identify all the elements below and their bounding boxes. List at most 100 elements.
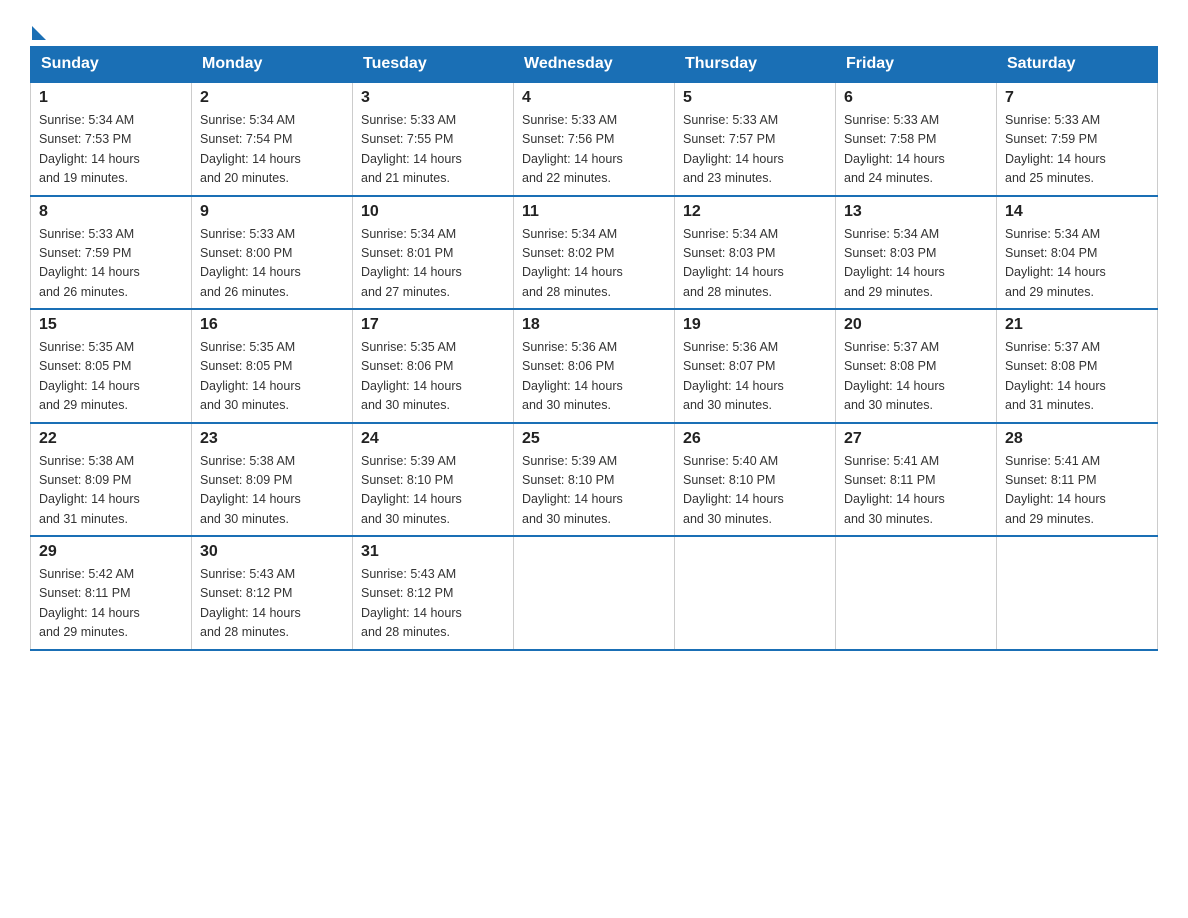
day-number: 5 <box>683 89 827 107</box>
calendar-cell: 7 Sunrise: 5:33 AMSunset: 7:59 PMDaylight… <box>997 82 1158 196</box>
day-number: 16 <box>200 316 344 334</box>
day-number: 3 <box>361 89 505 107</box>
day-number: 10 <box>361 203 505 221</box>
calendar-cell: 10 Sunrise: 5:34 AMSunset: 8:01 PMDayligh… <box>353 196 514 310</box>
calendar-cell: 4Sunrise: 5:33 AMSunset: 7:56 PMDaylight… <box>514 82 675 196</box>
day-number: 9 <box>200 203 344 221</box>
calendar-header-monday: Monday <box>192 47 353 83</box>
calendar-cell: 20 Sunrise: 5:37 AMSunset: 8:08 PMDayligh… <box>836 309 997 423</box>
calendar-cell: 25 Sunrise: 5:39 AMSunset: 8:10 PMDayligh… <box>514 423 675 537</box>
day-number: 22 <box>39 430 183 448</box>
calendar-header-tuesday: Tuesday <box>353 47 514 83</box>
calendar-week-row: 15 Sunrise: 5:35 AMSunset: 8:05 PMDayligh… <box>31 309 1158 423</box>
day-number: 18 <box>522 316 666 334</box>
calendar-cell: 24 Sunrise: 5:39 AMSunset: 8:10 PMDayligh… <box>353 423 514 537</box>
day-number: 6 <box>844 89 988 107</box>
calendar-cell: 17 Sunrise: 5:35 AMSunset: 8:06 PMDayligh… <box>353 309 514 423</box>
day-number: 21 <box>1005 316 1149 334</box>
day-number: 7 <box>1005 89 1149 107</box>
calendar-week-row: 29 Sunrise: 5:42 AMSunset: 8:11 PMDayligh… <box>31 536 1158 650</box>
calendar-week-row: 8Sunrise: 5:33 AMSunset: 7:59 PMDaylight… <box>31 196 1158 310</box>
day-number: 25 <box>522 430 666 448</box>
calendar-header-row: SundayMondayTuesdayWednesdayThursdayFrid… <box>31 47 1158 83</box>
calendar-header-friday: Friday <box>836 47 997 83</box>
calendar-header-sunday: Sunday <box>31 47 192 83</box>
day-number: 23 <box>200 430 344 448</box>
day-info: Sunrise: 5:33 AMSunset: 8:00 PMDaylight:… <box>200 225 344 303</box>
day-info: Sunrise: 5:43 AMSunset: 8:12 PMDaylight:… <box>200 565 344 643</box>
calendar-cell: 13Sunrise: 5:34 AMSunset: 8:03 PMDayligh… <box>836 196 997 310</box>
day-info: Sunrise: 5:33 AMSunset: 7:58 PMDaylight:… <box>844 111 988 189</box>
day-info: Sunrise: 5:34 AMSunset: 8:03 PMDaylight:… <box>683 225 827 303</box>
calendar-cell: 22 Sunrise: 5:38 AMSunset: 8:09 PMDayligh… <box>31 423 192 537</box>
calendar-header-saturday: Saturday <box>997 47 1158 83</box>
calendar-cell: 18 Sunrise: 5:36 AMSunset: 8:06 PMDayligh… <box>514 309 675 423</box>
day-number: 15 <box>39 316 183 334</box>
calendar-cell: 14Sunrise: 5:34 AMSunset: 8:04 PMDayligh… <box>997 196 1158 310</box>
day-info: Sunrise: 5:41 AMSunset: 8:11 PMDaylight:… <box>844 452 988 530</box>
day-number: 2 <box>200 89 344 107</box>
day-number: 19 <box>683 316 827 334</box>
day-info: Sunrise: 5:33 AMSunset: 7:57 PMDaylight:… <box>683 111 827 189</box>
calendar-cell <box>997 536 1158 650</box>
day-number: 28 <box>1005 430 1149 448</box>
page-header <box>30 20 1158 36</box>
logo <box>30 20 46 36</box>
calendar-table: SundayMondayTuesdayWednesdayThursdayFrid… <box>30 46 1158 651</box>
day-info: Sunrise: 5:37 AMSunset: 8:08 PMDaylight:… <box>1005 338 1149 416</box>
calendar-cell: 23 Sunrise: 5:38 AMSunset: 8:09 PMDayligh… <box>192 423 353 537</box>
day-number: 30 <box>200 543 344 561</box>
day-info: Sunrise: 5:37 AMSunset: 8:08 PMDaylight:… <box>844 338 988 416</box>
day-info: Sunrise: 5:34 AMSunset: 8:04 PMDaylight:… <box>1005 225 1149 303</box>
day-number: 11 <box>522 203 666 221</box>
day-info: Sunrise: 5:35 AMSunset: 8:05 PMDaylight:… <box>200 338 344 416</box>
calendar-week-row: 22 Sunrise: 5:38 AMSunset: 8:09 PMDayligh… <box>31 423 1158 537</box>
calendar-cell: 11 Sunrise: 5:34 AMSunset: 8:02 PMDayligh… <box>514 196 675 310</box>
day-info: Sunrise: 5:41 AMSunset: 8:11 PMDaylight:… <box>1005 452 1149 530</box>
calendar-cell: 9 Sunrise: 5:33 AMSunset: 8:00 PMDaylight… <box>192 196 353 310</box>
day-info: Sunrise: 5:34 AMSunset: 8:02 PMDaylight:… <box>522 225 666 303</box>
logo-arrow-icon <box>32 26 46 40</box>
calendar-cell: 31Sunrise: 5:43 AMSunset: 8:12 PMDayligh… <box>353 536 514 650</box>
day-info: Sunrise: 5:38 AMSunset: 8:09 PMDaylight:… <box>200 452 344 530</box>
day-info: Sunrise: 5:34 AMSunset: 8:03 PMDaylight:… <box>844 225 988 303</box>
day-info: Sunrise: 5:42 AMSunset: 8:11 PMDaylight:… <box>39 565 183 643</box>
calendar-cell: 6 Sunrise: 5:33 AMSunset: 7:58 PMDaylight… <box>836 82 997 196</box>
day-info: Sunrise: 5:33 AMSunset: 7:55 PMDaylight:… <box>361 111 505 189</box>
day-info: Sunrise: 5:36 AMSunset: 8:06 PMDaylight:… <box>522 338 666 416</box>
day-info: Sunrise: 5:36 AMSunset: 8:07 PMDaylight:… <box>683 338 827 416</box>
calendar-cell: 19 Sunrise: 5:36 AMSunset: 8:07 PMDayligh… <box>675 309 836 423</box>
day-number: 17 <box>361 316 505 334</box>
calendar-cell <box>514 536 675 650</box>
day-info: Sunrise: 5:35 AMSunset: 8:06 PMDaylight:… <box>361 338 505 416</box>
day-number: 26 <box>683 430 827 448</box>
day-number: 24 <box>361 430 505 448</box>
calendar-cell: 29 Sunrise: 5:42 AMSunset: 8:11 PMDayligh… <box>31 536 192 650</box>
calendar-cell: 12Sunrise: 5:34 AMSunset: 8:03 PMDayligh… <box>675 196 836 310</box>
day-info: Sunrise: 5:40 AMSunset: 8:10 PMDaylight:… <box>683 452 827 530</box>
day-number: 27 <box>844 430 988 448</box>
day-info: Sunrise: 5:39 AMSunset: 8:10 PMDaylight:… <box>361 452 505 530</box>
day-info: Sunrise: 5:43 AMSunset: 8:12 PMDaylight:… <box>361 565 505 643</box>
day-info: Sunrise: 5:34 AMSunset: 8:01 PMDaylight:… <box>361 225 505 303</box>
day-info: Sunrise: 5:39 AMSunset: 8:10 PMDaylight:… <box>522 452 666 530</box>
calendar-cell <box>675 536 836 650</box>
calendar-cell: 2 Sunrise: 5:34 AMSunset: 7:54 PMDaylight… <box>192 82 353 196</box>
day-number: 20 <box>844 316 988 334</box>
calendar-cell <box>836 536 997 650</box>
calendar-cell: 8Sunrise: 5:33 AMSunset: 7:59 PMDaylight… <box>31 196 192 310</box>
calendar-cell: 16 Sunrise: 5:35 AMSunset: 8:05 PMDayligh… <box>192 309 353 423</box>
calendar-week-row: 1Sunrise: 5:34 AMSunset: 7:53 PMDaylight… <box>31 82 1158 196</box>
day-info: Sunrise: 5:33 AMSunset: 7:59 PMDaylight:… <box>39 225 183 303</box>
calendar-cell: 21 Sunrise: 5:37 AMSunset: 8:08 PMDayligh… <box>997 309 1158 423</box>
day-info: Sunrise: 5:38 AMSunset: 8:09 PMDaylight:… <box>39 452 183 530</box>
calendar-header-thursday: Thursday <box>675 47 836 83</box>
calendar-cell: 26 Sunrise: 5:40 AMSunset: 8:10 PMDayligh… <box>675 423 836 537</box>
day-info: Sunrise: 5:34 AMSunset: 7:53 PMDaylight:… <box>39 111 183 189</box>
calendar-cell: 15Sunrise: 5:35 AMSunset: 8:05 PMDayligh… <box>31 309 192 423</box>
day-number: 29 <box>39 543 183 561</box>
day-info: Sunrise: 5:34 AMSunset: 7:54 PMDaylight:… <box>200 111 344 189</box>
day-info: Sunrise: 5:33 AMSunset: 7:59 PMDaylight:… <box>1005 111 1149 189</box>
calendar-cell: 27 Sunrise: 5:41 AMSunset: 8:11 PMDayligh… <box>836 423 997 537</box>
day-number: 4 <box>522 89 666 107</box>
